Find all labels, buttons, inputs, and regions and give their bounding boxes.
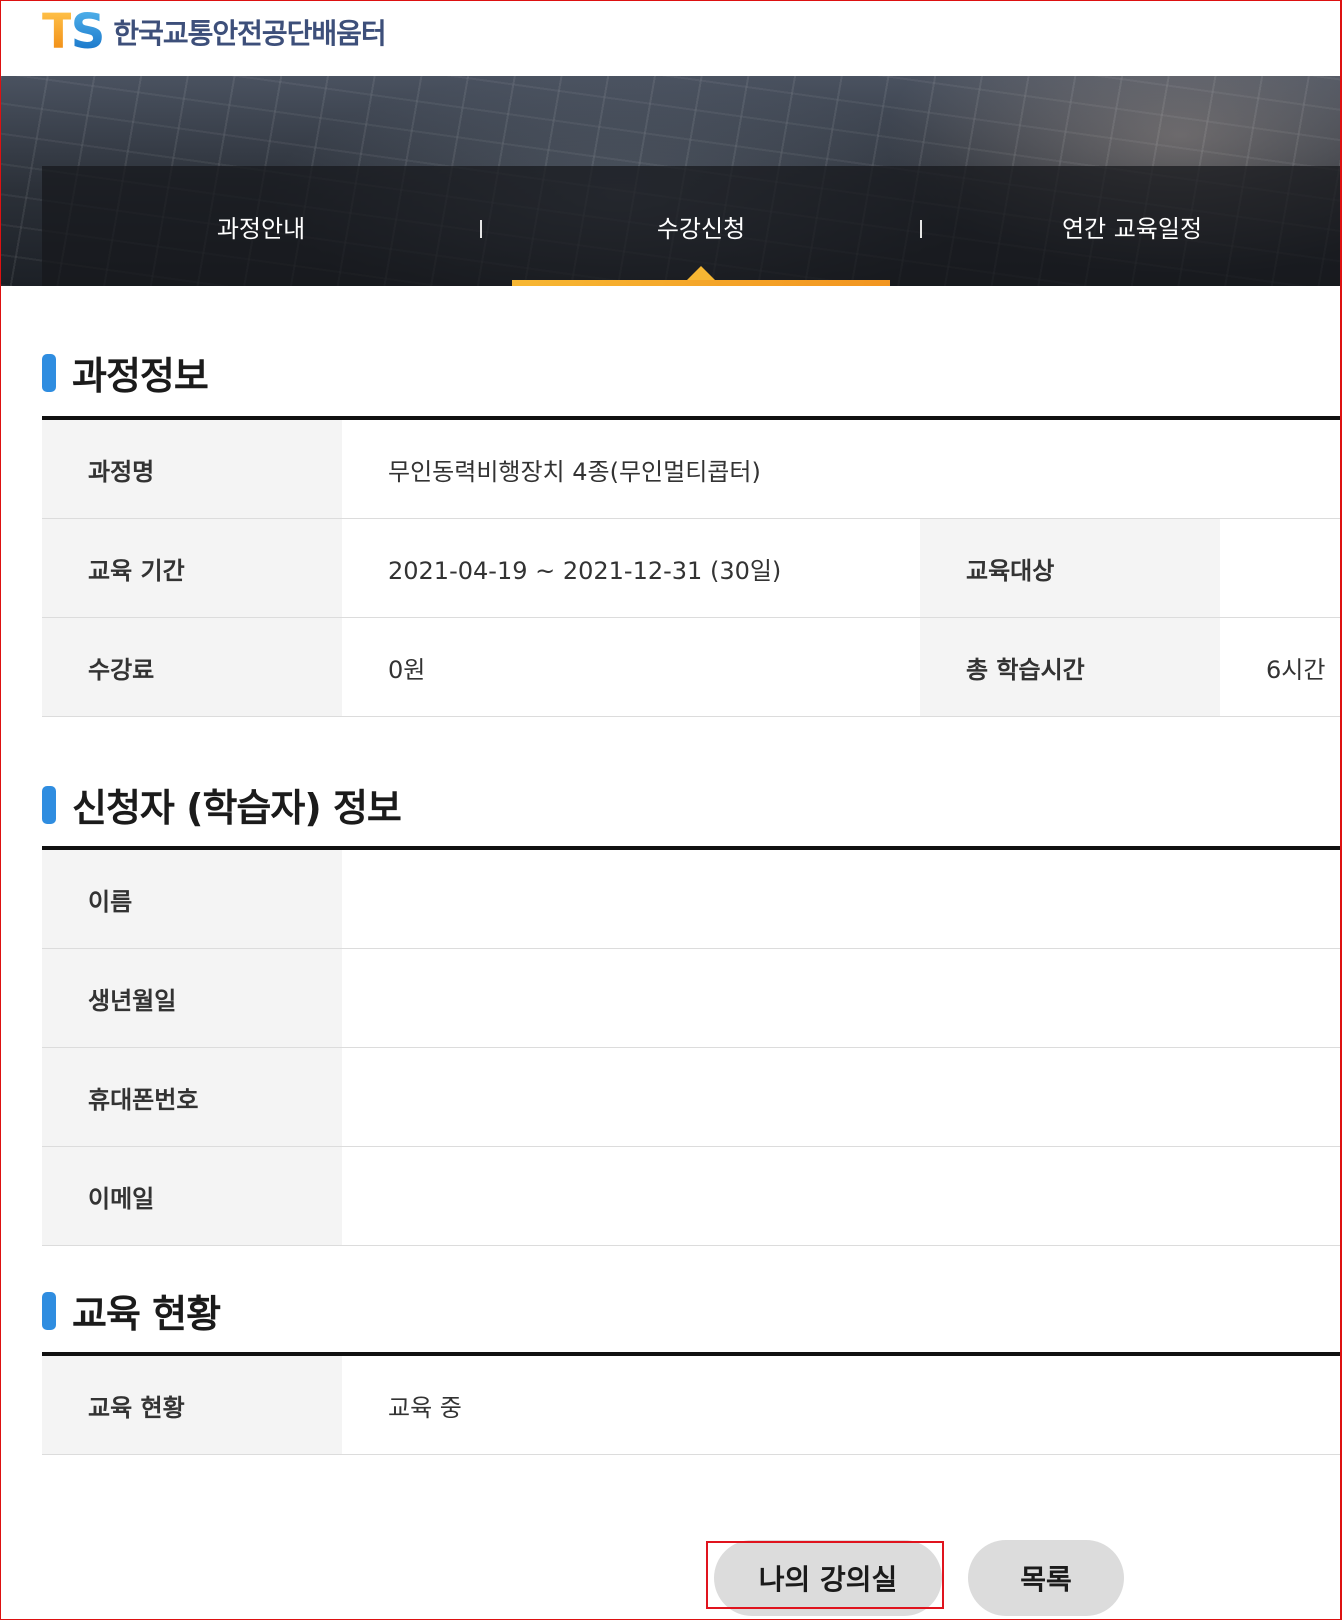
name-value [342, 850, 1342, 948]
course-info-table: 과정명 무인동력비행장치 4종(무인멀티콥터) 교육 기간 2021-04-19… [42, 416, 1342, 717]
section-title-text: 과정정보 [72, 354, 209, 398]
tab-bar: 과정안내 수강신청 연간 교육일정 [42, 166, 1342, 286]
logo-mark-s: S [70, 4, 106, 60]
section-title-education-status: 교육 현황 [42, 1283, 221, 1338]
hours-label: 총 학습시간 [920, 618, 1220, 716]
course-name-label: 과정명 [42, 420, 342, 518]
logo-text: 한국교통안전공단배움터 [113, 17, 386, 50]
section-title-text: 교육 현황 [72, 1292, 221, 1336]
birth-value [342, 949, 1342, 1047]
table-row: 이름 [42, 850, 1342, 949]
table-row: 교육 기간 2021-04-19 ~ 2021-12-31 (30일) 교육대상 [42, 519, 1342, 618]
hours-value: 6시간 [1266, 655, 1326, 684]
logo-mark-t: T [42, 4, 75, 60]
phone-label: 휴대폰번호 [42, 1048, 342, 1146]
fee-label: 수강료 [42, 618, 342, 716]
table-row: 교육 현황 교육 중 [42, 1356, 1342, 1455]
name-label: 이름 [42, 850, 342, 948]
section-title-text: 신청자 (학습자) 정보 [72, 786, 402, 830]
hero-banner: 과정안내 수강신청 연간 교육일정 [0, 76, 1342, 286]
tab-divider [480, 220, 482, 238]
tab-annual-schedule[interactable]: 연간 교육일정 [922, 166, 1342, 286]
site-logo[interactable]: T S 한국교통안전공단배움터 [42, 4, 387, 60]
ts-logo-icon: T S [42, 4, 106, 60]
target-label: 교육대상 [920, 519, 1220, 617]
table-row: 과정명 무인동력비행장치 4종(무인멀티콥터) [42, 420, 1342, 519]
section-bullet-icon [42, 785, 56, 824]
email-label: 이메일 [42, 1147, 342, 1245]
active-tab-caret-icon [687, 266, 715, 280]
list-button[interactable]: 목록 [968, 1540, 1124, 1616]
birth-label: 생년월일 [42, 949, 342, 1047]
target-value [1220, 519, 1342, 617]
course-name-value: 무인동력비행장치 4종(무인멀티콥터) [388, 457, 761, 486]
table-row: 이메일 [42, 1147, 1342, 1246]
status-value: 교육 중 [388, 1393, 462, 1422]
section-bullet-icon [42, 353, 56, 392]
active-tab-indicator [512, 280, 890, 286]
section-bullet-icon [42, 1291, 56, 1330]
applicant-info-table: 이름 생년월일 휴대폰번호 이메일 [42, 846, 1342, 1246]
phone-value [342, 1048, 1342, 1146]
fee-value: 0원 [388, 655, 426, 684]
table-row: 수강료 0원 총 학습시간 6시간 [42, 618, 1342, 717]
table-row: 휴대폰번호 [42, 1048, 1342, 1147]
tab-course-guide[interactable]: 과정안내 [42, 166, 480, 286]
section-title-applicant-info: 신청자 (학습자) 정보 [42, 777, 402, 832]
period-value: 2021-04-19 ~ 2021-12-31 (30일) [388, 556, 782, 585]
period-label: 교육 기간 [42, 519, 342, 617]
my-classroom-button[interactable]: 나의 강의실 [714, 1540, 942, 1616]
section-title-course-info: 과정정보 [42, 345, 209, 400]
status-label: 교육 현황 [42, 1356, 342, 1454]
email-value [342, 1147, 1342, 1245]
table-row: 생년월일 [42, 949, 1342, 1048]
education-status-table: 교육 현황 교육 중 [42, 1352, 1342, 1455]
site-header: T S 한국교통안전공단배움터 [0, 0, 1342, 76]
